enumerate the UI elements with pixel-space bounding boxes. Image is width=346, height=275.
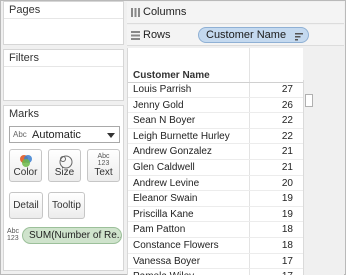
customer-name-cell: Vanessa Boyer [133, 255, 201, 267]
empty-area [313, 48, 344, 275]
color-label: Color [13, 167, 38, 178]
text-encoding-icon: Abc 123 [7, 228, 20, 242]
table-row[interactable]: Constance Flowers 18 [128, 238, 304, 254]
table-row[interactable]: Pam Patton 18 [128, 222, 304, 238]
text-mark-icon: Abc [13, 130, 27, 139]
text-button[interactable]: Abc 123 Text [87, 149, 120, 182]
scrollbar-thumb[interactable] [305, 94, 313, 107]
table-row[interactable]: Priscilla Kane 19 [128, 207, 304, 223]
filters-title: Filters [9, 52, 39, 64]
columns-shelf[interactable]: Columns [127, 2, 344, 24]
mark-type-value: Automatic [32, 129, 81, 141]
table-row[interactable]: Jenny Gold 26 [128, 98, 304, 114]
rows-shelf[interactable]: Rows Customer Name [127, 25, 344, 46]
rows-label: Rows [143, 29, 171, 41]
table-row[interactable]: Andrew Gonzalez 21 [128, 144, 304, 160]
value-cell: 22 [281, 115, 293, 127]
mark-type-dropdown[interactable]: Abc Automatic [9, 126, 120, 143]
customer-name-cell: Priscilla Kane [133, 208, 194, 220]
table-row[interactable]: Vanessa Boyer 17 [128, 254, 304, 270]
value-cell: 17 [282, 271, 293, 275]
divider [4, 18, 123, 19]
customer-name-cell: Pamela Wiley [133, 271, 194, 275]
value-cell: 19 [281, 208, 293, 220]
table-row[interactable]: Leigh Burnette Hurley 22 [128, 129, 304, 145]
table-row[interactable]: Pamela Wiley 17 [128, 269, 304, 275]
sort-descending-icon [295, 31, 303, 45]
pages-card[interactable]: Pages [3, 1, 124, 45]
customer-name-cell: Jenny Gold [133, 99, 184, 111]
text-label: Text [94, 167, 113, 178]
measure-row: Abc 123 SUM(Number of Re... [7, 227, 123, 244]
customer-name-cell: Louis Parrish [133, 84, 192, 95]
columns-label: Columns [143, 6, 187, 18]
value-cell: 21 [281, 161, 293, 173]
customer-name-cell: Andrew Gonzalez [133, 146, 212, 158]
size-label: Size [54, 167, 75, 178]
value-cell: 26 [281, 99, 293, 111]
left-panel: Pages Filters Marks Abc Automatic Color [3, 1, 124, 271]
value-cell: 18 [281, 239, 293, 251]
table-row[interactable]: Glen Caldwell 21 [128, 160, 304, 176]
tooltip-button[interactable]: Tooltip [48, 192, 85, 219]
rows-icon [131, 31, 140, 43]
marks-card: Marks Abc Automatic Color Size Abc 123 T… [3, 105, 124, 271]
value-cell: 19 [281, 193, 293, 205]
chevron-down-icon[interactable] [107, 133, 115, 138]
table-body: Louis Parrish 27 Jenny Gold 26 Sean N Boyer 2… [128, 82, 304, 275]
table-row[interactable]: Sean N Boyer 22 [128, 113, 304, 129]
row-header-title[interactable]: Customer Name [133, 70, 210, 81]
customer-name-cell: Eleanor Swain [133, 193, 198, 205]
value-cell: 27 [281, 84, 293, 95]
value-cell: 20 [281, 177, 293, 189]
detail-button[interactable]: Detail [9, 192, 43, 219]
customer-name-cell: Andrew Levine [133, 177, 200, 189]
size-button[interactable]: Size [48, 149, 81, 182]
customer-name-pill[interactable]: Customer Name [198, 27, 309, 43]
measure-pill[interactable]: SUM(Number of Re... [22, 227, 122, 244]
value-cell: 18 [281, 224, 293, 236]
pill-label: Customer Name [206, 29, 287, 41]
value-cell: 17 [281, 255, 293, 267]
value-cell: 21 [281, 146, 293, 158]
columns-icon [131, 8, 140, 20]
customer-name-cell: Pam Patton [133, 224, 186, 236]
text-icon: Abc 123 [97, 153, 110, 167]
customer-name-cell: Leigh Burnette Hurley [133, 130, 230, 142]
viz-area: Customer Name Louis Parrish 27 Jenny Gold 2… [127, 48, 304, 275]
table-row[interactable]: Andrew Levine 20 [128, 176, 304, 192]
divider [4, 66, 123, 67]
value-cell: 22 [281, 130, 293, 142]
vertical-scrollbar[interactable] [303, 80, 313, 275]
customer-name-cell: Sean N Boyer [133, 115, 196, 127]
customer-name-cell: Constance Flowers [133, 239, 219, 251]
table-row[interactable]: Eleanor Swain 19 [128, 191, 304, 207]
customer-name-cell: Glen Caldwell [133, 161, 195, 173]
table-row[interactable]: Louis Parrish 27 [128, 82, 304, 98]
marks-title: Marks [9, 108, 39, 120]
color-button[interactable]: Color [9, 149, 42, 182]
filters-card[interactable]: Filters [3, 49, 124, 101]
pages-title: Pages [9, 4, 41, 16]
